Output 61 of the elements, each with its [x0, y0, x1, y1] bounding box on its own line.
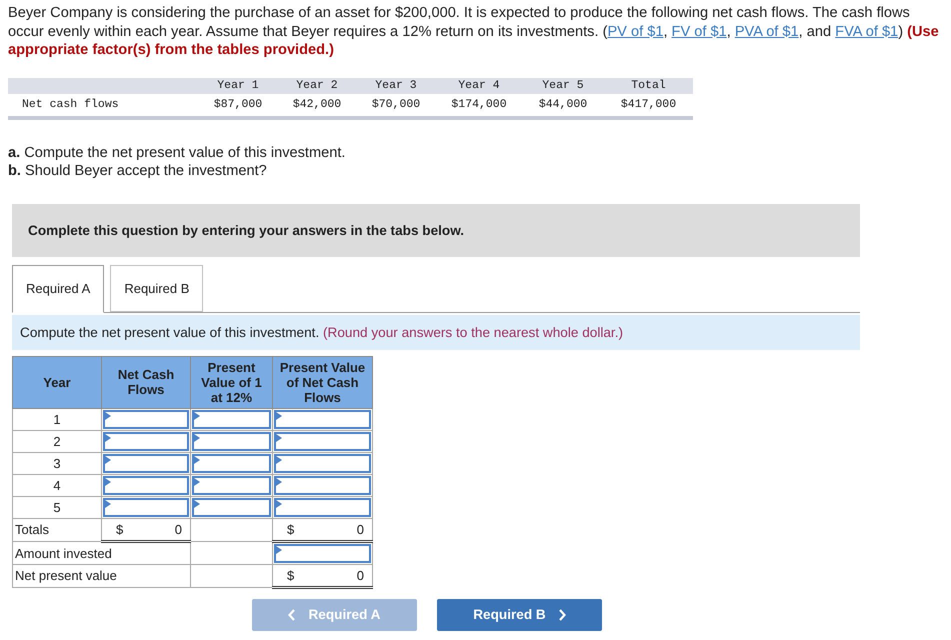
chevron-right-icon — [558, 608, 566, 620]
answer-field[interactable] — [274, 454, 371, 472]
answer-field[interactable] — [192, 498, 271, 516]
cell-value: 0 — [174, 522, 182, 536]
answer-field[interactable] — [103, 454, 189, 472]
cell-value: 0 — [356, 568, 364, 582]
answer-field[interactable] — [103, 498, 189, 516]
year-label: 3 — [53, 456, 61, 470]
year-label: 5 — [53, 500, 61, 514]
table-cell-text: $87,000 — [212, 98, 264, 111]
answer-field[interactable] — [192, 410, 271, 428]
answer-field[interactable] — [274, 410, 371, 428]
answer-field[interactable] — [103, 432, 189, 450]
row-label: Amount invested — [15, 546, 112, 560]
next-button[interactable]: Required B — [437, 598, 602, 630]
question-text: b. Should Beyer accept the investment? — [8, 162, 268, 180]
chevron-left-icon — [288, 608, 296, 620]
column-header: Total — [630, 79, 667, 92]
table-cell-text: $44,000 — [538, 98, 588, 111]
answer-field[interactable] — [274, 432, 371, 450]
column-header: Net Cash Flows — [102, 356, 190, 408]
instruction-banner: Complete this question by entering your answers in the tabs below. — [12, 204, 860, 256]
tab[interactable]: Required A — [12, 264, 104, 312]
tab[interactable]: Required B — [110, 264, 204, 312]
answer-field[interactable] — [103, 410, 189, 428]
answer-field[interactable] — [274, 498, 371, 516]
question-text: a. Compute the net present value of this investment. — [8, 144, 346, 162]
answer-field[interactable] — [274, 476, 371, 494]
answer-field[interactable] — [192, 454, 271, 472]
answer-field[interactable] — [103, 476, 189, 494]
column-header: Present Value of 1 at 12% — [190, 356, 272, 408]
year-label: 2 — [53, 434, 61, 448]
currency-sign: $ — [287, 522, 294, 536]
problem-text: Beyer Company is considering the purchase of an asset for $200,000. It is expected to produce the following net cash flows. The cash flows occur evenly within each year. Assume that Beyer requires a 12% return on its investments. (PV of $1, FV of $1, PVA of $1, and FVA of $1) (Use appropriate factor(s) from the tables provided.) — [8, 4, 940, 60]
column-header: Year — [12, 356, 102, 408]
year-label: 1 — [53, 412, 61, 426]
row-label: Net present value — [15, 568, 117, 583]
table-cell-text: $42,000 — [292, 98, 342, 111]
table-cell-text: $174,000 — [450, 98, 508, 111]
table-link[interactable]: FVA of $1 — [835, 24, 898, 40]
table-link[interactable]: PV of $1 — [607, 24, 664, 40]
answer-field[interactable] — [192, 432, 271, 450]
column-header: Year 1 — [216, 79, 260, 92]
answer-field[interactable] — [274, 544, 371, 562]
column-header: Year 2 — [295, 79, 339, 92]
currency-sign: $ — [287, 568, 294, 582]
column-header: Year 4 — [457, 79, 501, 92]
table-cell-text: $70,000 — [370, 98, 422, 111]
table-link[interactable]: PVA of $1 — [734, 24, 799, 40]
cell-value: 0 — [356, 522, 364, 536]
table-link[interactable]: FV of $1 — [672, 24, 727, 40]
currency-sign: $ — [116, 522, 124, 536]
table-cell-text: $417,000 — [620, 98, 678, 111]
row-label: Totals — [15, 522, 49, 537]
row-label: Net cash flows — [21, 98, 120, 111]
column-header: Year 3 — [374, 79, 418, 92]
column-header: Present Value of Net Cash Flows — [272, 356, 372, 408]
year-label: 4 — [53, 478, 61, 492]
column-header: Year 5 — [541, 79, 585, 92]
instruction-text: Compute the net present value of this investment. (Round your answers to the nearest whole dollar.) — [20, 324, 623, 340]
answer-field[interactable] — [192, 476, 271, 494]
